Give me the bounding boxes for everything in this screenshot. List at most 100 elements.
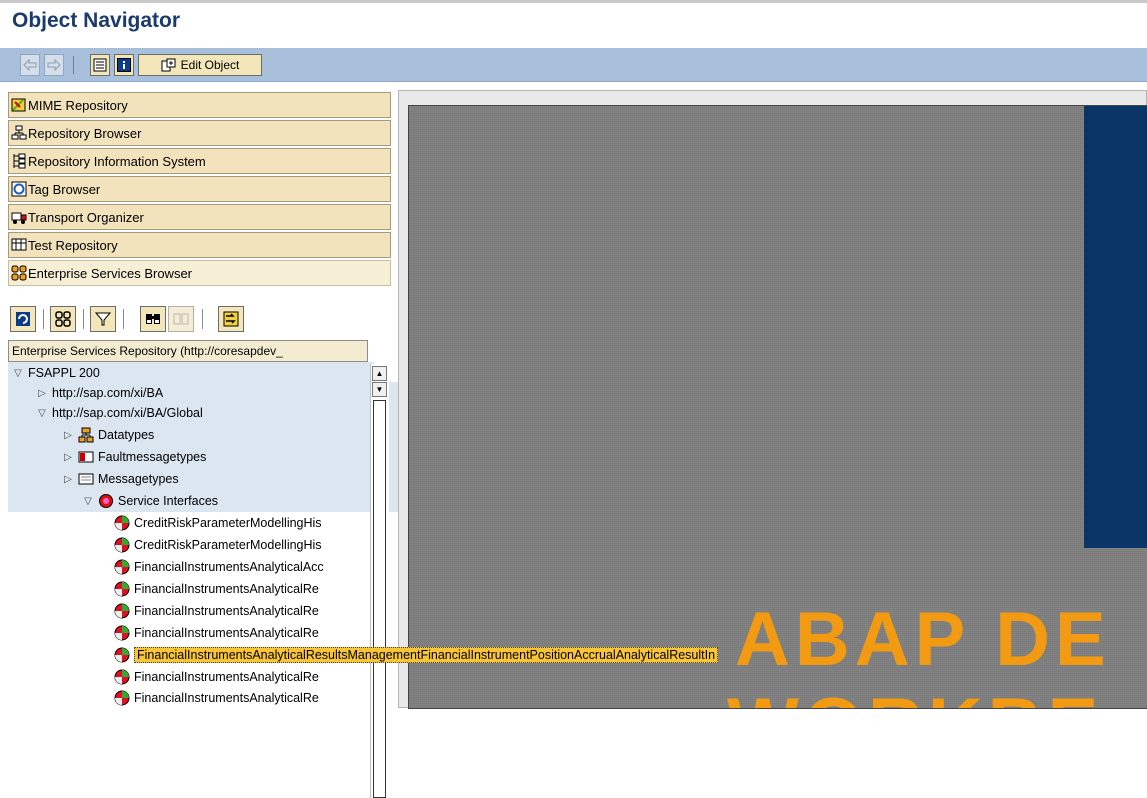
nav-item-label: Tag Browser (28, 181, 101, 197)
refresh-icon (16, 312, 30, 326)
filter-button[interactable] (90, 306, 116, 332)
tree-node[interactable]: ▷ Datatypes (8, 424, 424, 446)
edit-object-icon (161, 58, 176, 72)
display-object-list-button[interactable] (90, 54, 110, 76)
tree-node-label: http://sap.com/xi/BA (52, 386, 164, 400)
tree-leaf-label: CreditRiskParameterModellingHis (134, 538, 322, 552)
nav-enterprise-services-browser[interactable]: Enterprise Services Browser (8, 260, 391, 286)
nav-item-label: Repository Browser (28, 125, 142, 141)
collapse-toggle-icon[interactable]: ▷ (36, 388, 48, 399)
find-button[interactable] (140, 306, 166, 332)
filter-icon (95, 312, 111, 326)
tree-leaf-label: CreditRiskParameterModellingHis (134, 516, 322, 530)
splash-canvas: ABAP DE WORKBE (408, 105, 1147, 709)
toolbar-separator (73, 56, 74, 74)
nav-tag-browser[interactable]: Tag Browser (8, 176, 391, 202)
service-interface-icon (98, 493, 114, 509)
nav-item-label: Enterprise Services Browser (28, 265, 192, 281)
tree-leaf-label: FinancialInstrumentsAnalyticalRe (134, 604, 319, 618)
collapse-toggle-icon[interactable]: ▷ (62, 430, 74, 441)
tree-node[interactable]: ▷ Messagetypes (8, 468, 424, 490)
tree-leaf-label: FinancialInstrumentsAnalyticalRe (134, 582, 319, 596)
nav-item-label: Transport Organizer (28, 209, 144, 225)
test-repository-icon (11, 237, 27, 253)
refresh-button[interactable] (10, 306, 36, 332)
toolbar-separator (202, 309, 203, 329)
scroll-up-button[interactable]: ▲ (372, 366, 387, 381)
application-toolbar: Edit Object (0, 48, 1147, 82)
nav-mime-repository[interactable]: MIME Repository (8, 92, 391, 118)
edit-object-label: Edit Object (180, 58, 240, 72)
scroll-down-button[interactable]: ▼ (372, 382, 387, 397)
navigate-icon (223, 311, 239, 327)
object-list-icon (93, 58, 107, 72)
service-icon (114, 690, 130, 706)
find-next-button[interactable] (168, 306, 194, 332)
tree-column-header[interactable]: Enterprise Services Repository (http://c… (8, 340, 368, 362)
service-icon (114, 581, 130, 597)
tree-node[interactable]: ▽ FSAPPL 200 (8, 362, 374, 384)
service-tree: ▽ FSAPPL 200 ▷ http://sap.com/xi/BA ▽ ht… (8, 362, 719, 708)
splash-line-1: ABAP DE (735, 597, 1111, 682)
messagetype-icon (78, 471, 94, 487)
nav-item-label: Test Repository (28, 237, 118, 253)
faultmessage-icon (78, 449, 94, 465)
mime-repository-icon (11, 97, 27, 113)
service-icon (114, 537, 130, 553)
tree-leaf-label: FinancialInstrumentsAnalyticalRe (134, 626, 319, 640)
forward-arrow-icon (47, 59, 61, 71)
title-bar: Object Navigator (0, 0, 1147, 48)
service-icon (114, 625, 130, 641)
toolbar-separator (43, 309, 44, 329)
tree-node-label: Messagetypes (98, 472, 179, 486)
services-button[interactable] (50, 306, 76, 332)
enterprise-services-icon (11, 265, 27, 281)
scrollbar-track[interactable] (373, 400, 386, 798)
tree-leaf-label: FinancialInstrumentsAnalyticalResultsMan… (134, 647, 719, 663)
nav-repository-browser[interactable]: Repository Browser (8, 120, 391, 146)
service-icon (114, 669, 130, 685)
nav-test-repository[interactable]: Test Repository (8, 232, 391, 258)
forward-button[interactable] (44, 54, 64, 76)
tree-leaf-label: FinancialInstrumentsAnalyticalRe (134, 691, 319, 705)
service-icon (114, 647, 130, 663)
transport-organizer-icon (11, 209, 27, 225)
service-icon (114, 515, 130, 531)
navigate-button[interactable] (218, 306, 244, 332)
toolbar-separator (83, 309, 84, 329)
navigation-panel: MIME Repository Repository Browser Repos… (6, 90, 719, 798)
find-icon (146, 314, 160, 324)
expand-toggle-icon[interactable]: ▽ (36, 408, 48, 419)
tree-node[interactable]: ▷ Faultmessagetypes (8, 446, 424, 468)
main-view: ABAP DE WORKBE (398, 90, 1147, 709)
tag-browser-icon (11, 181, 27, 197)
find-next-icon (173, 313, 189, 325)
nav-item-label: Repository Information System (28, 153, 206, 169)
services-icon (55, 311, 71, 327)
collapse-toggle-icon[interactable]: ▷ (62, 452, 74, 463)
service-icon (114, 603, 130, 619)
splash-blue-block (1084, 106, 1147, 548)
back-button[interactable] (20, 54, 40, 76)
toolbar-separator (123, 309, 124, 329)
tree-node[interactable]: ▽ http://sap.com/xi/BA/Global (8, 402, 398, 424)
tree-node-label: FSAPPL 200 (28, 366, 100, 380)
info-icon (117, 58, 131, 72)
expand-toggle-icon[interactable]: ▽ (82, 496, 94, 507)
splash-line-2: WORKBE (727, 686, 1103, 709)
edit-object-button[interactable]: Edit Object (138, 54, 262, 76)
collapse-toggle-icon[interactable]: ▷ (62, 474, 74, 485)
tree-leaf-label: FinancialInstrumentsAnalyticalRe (134, 670, 319, 684)
nav-item-label: MIME Repository (28, 97, 128, 113)
info-button[interactable] (114, 54, 134, 76)
expand-toggle-icon[interactable]: ▽ (12, 368, 24, 379)
tree-leaf-selected[interactable]: FinancialInstrumentsAnalyticalResultsMan… (8, 644, 874, 666)
tree-node-label: Faultmessagetypes (98, 450, 207, 464)
nav-transport-organizer[interactable]: Transport Organizer (8, 204, 391, 230)
nav-repository-info-system[interactable]: Repository Information System (8, 148, 391, 174)
datatypes-icon (78, 427, 94, 443)
window-title: Object Navigator (12, 9, 181, 32)
tree-node[interactable]: ▷ http://sap.com/xi/BA (8, 382, 398, 404)
service-icon (114, 559, 130, 575)
tree-scrollbar[interactable]: ▲ ▼ (370, 364, 389, 798)
